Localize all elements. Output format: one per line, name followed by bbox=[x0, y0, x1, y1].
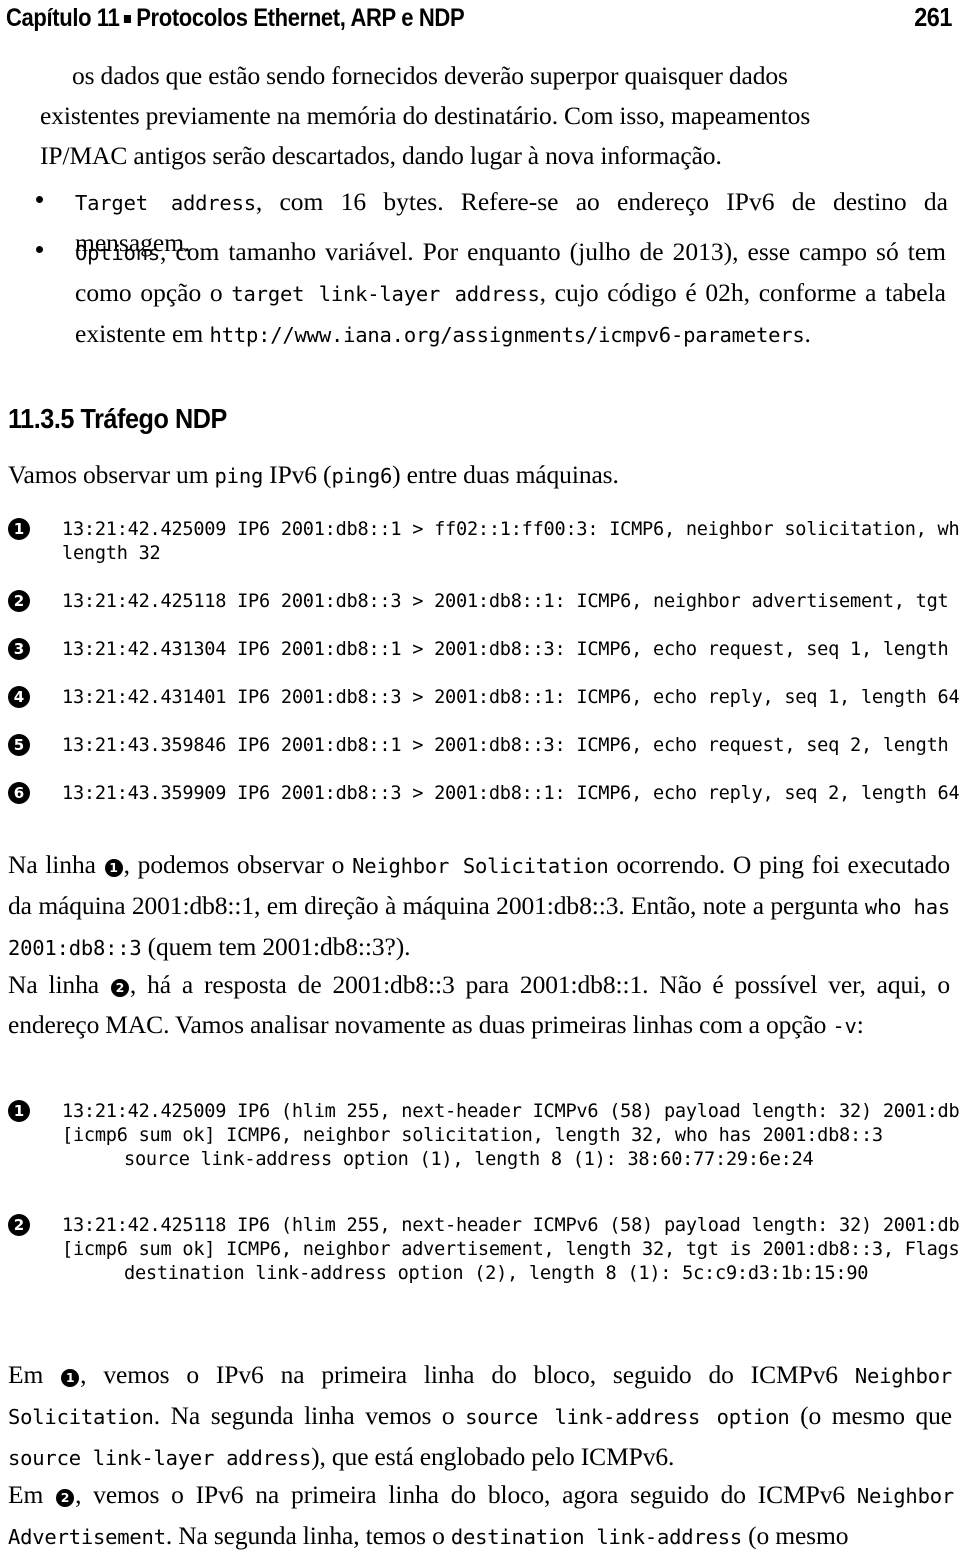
text-pre: Em bbox=[8, 1480, 56, 1509]
callout-marker-4: 4 bbox=[8, 686, 30, 708]
running-header: Capítulo 11 Protocolos Ethernet, ARP e ND… bbox=[6, 2, 952, 36]
code-line: [icmp6 sum ok] ICMP6, neighbor solicitat… bbox=[62, 1125, 883, 1146]
code-line: [icmp6 sum ok] ICMP6, neighbor advertise… bbox=[62, 1239, 960, 1260]
callout-marker-1: 1 bbox=[8, 518, 30, 540]
code-row: 6 13:21:43.359909 IP6 2001:db8::3 > 2001… bbox=[0, 782, 960, 826]
code-line: 13:21:43.359909 IP6 2001:db8::3 > 2001:d… bbox=[62, 783, 960, 804]
link-iana-icmpv6-parameters[interactable]: http://www.iana.org/assignments/icmpv6-p… bbox=[210, 323, 805, 347]
list-item-part-3: . bbox=[804, 319, 811, 348]
chapter-label: Capítulo 11 bbox=[6, 4, 120, 32]
code-row: 2 13:21:42.425118 IP6 (hlim 255, next-he… bbox=[0, 1214, 960, 1328]
code-line: 13:21:43.359846 IP6 2001:db8::1 > 2001:d… bbox=[62, 735, 960, 756]
book-page: Capítulo 11 Protocolos Ethernet, ARP e ND… bbox=[0, 0, 960, 1552]
callout-marker-inline-1: 1 bbox=[104, 859, 123, 877]
paragraph-na-linha-2: Na linha 2, há a resposta de 2001:db8::3… bbox=[8, 965, 950, 1046]
text-mid-2: . Na segunda linha vemos o bbox=[153, 1401, 466, 1430]
paragraph-intro-line-3: IP/MAC antigos serão descartados, dando … bbox=[40, 141, 722, 170]
code-line: length 32 bbox=[62, 543, 161, 564]
code-row: 4 13:21:42.431401 IP6 2001:db8::3 > 2001… bbox=[0, 686, 960, 734]
code-destination-link-address: destination link-address bbox=[450, 1525, 743, 1549]
text-post: (quem tem 2001:db8::3?). bbox=[141, 932, 411, 961]
list-item-text: Options, com tamanho variável. Por enqua… bbox=[36, 232, 946, 355]
code-row: 5 13:21:43.359846 IP6 2001:db8::1 > 2001… bbox=[0, 734, 960, 782]
text-post: ), que está englobado pelo ICMPv6. bbox=[311, 1442, 675, 1471]
square-bullet-icon bbox=[123, 15, 131, 23]
code-row: 1 13:21:42.425009 IP6 2001:db8::1 > ff02… bbox=[0, 518, 960, 590]
code-row: 2 13:21:42.425118 IP6 2001:db8::3 > 2001… bbox=[0, 590, 960, 638]
text-pre: Na linha bbox=[8, 970, 110, 999]
bullet-dot-icon bbox=[36, 196, 43, 203]
callout-marker-inline-2: 2 bbox=[110, 979, 129, 997]
callout-marker-2: 2 bbox=[8, 1214, 30, 1236]
section-intro-post: ) entre duas máquinas. bbox=[392, 460, 619, 489]
section-intro-mid: IPv6 ( bbox=[263, 460, 332, 489]
chapter-title: Protocolos Ethernet, ARP e NDP bbox=[136, 4, 465, 32]
code-line: 13:21:42.425118 IP6 2001:db8::3 > 2001:d… bbox=[62, 591, 960, 612]
code-line: 13:21:42.425009 IP6 2001:db8::1 > ff02::… bbox=[62, 519, 960, 540]
code-ping6: ping6 bbox=[331, 464, 393, 488]
list-item-options: Options, com tamanho variável. Por enqua… bbox=[36, 232, 946, 355]
code-line: source link-address option (1), length 8… bbox=[124, 1149, 814, 1170]
code-line: 13:21:42.425118 IP6 (hlim 255, next-head… bbox=[62, 1215, 960, 1236]
code-line: 13:21:42.431304 IP6 2001:db8::1 > 2001:d… bbox=[62, 639, 960, 660]
callout-marker-inline-1: 1 bbox=[61, 1369, 80, 1387]
section-intro-paragraph: Vamos observar um ping IPv6 (ping6) entr… bbox=[8, 455, 950, 496]
code-line: destination link-address option (2), len… bbox=[124, 1263, 869, 1284]
code-source-link-address-option: source link-address option bbox=[465, 1405, 790, 1429]
text-mid-2: . Na segunda linha, temos o bbox=[165, 1521, 451, 1550]
code-target-address: Target address bbox=[75, 191, 256, 215]
callout-marker-2: 2 bbox=[8, 590, 30, 612]
code-line: 13:21:42.425009 IP6 (hlim 255, next-head… bbox=[62, 1101, 960, 1122]
code-line: 13:21:42.431401 IP6 2001:db8::3 > 2001:d… bbox=[62, 687, 960, 708]
text-mid-1: , vemos o IPv6 na primeira linha do bloc… bbox=[75, 1480, 857, 1509]
section-heading: 11.3.5 Tráfego NDP bbox=[8, 403, 227, 434]
callout-marker-3: 3 bbox=[8, 638, 30, 660]
bullet-dot-icon bbox=[36, 246, 43, 253]
section-intro-pre: Vamos observar um bbox=[8, 460, 215, 489]
text-post: : bbox=[856, 1010, 864, 1039]
callout-marker-1: 1 bbox=[8, 1100, 30, 1122]
code-row: 1 13:21:42.425009 IP6 (hlim 255, next-he… bbox=[0, 1100, 960, 1214]
paragraph-na-linha-1: Na linha 1, podemos observar o Neighbor … bbox=[8, 845, 950, 968]
paragraph-intro-line-2: existentes previamente na memória do des… bbox=[40, 101, 811, 130]
text-pre: Em bbox=[8, 1360, 61, 1389]
code-source-link-layer-address: source link-layer address bbox=[8, 1446, 312, 1470]
page-number: 261 bbox=[914, 2, 952, 32]
text-mid-1: , vemos o IPv6 na primeira linha do bloc… bbox=[80, 1360, 855, 1389]
text-mid: , há a resposta de 2001:db8::3 para 2001… bbox=[8, 970, 951, 1039]
paragraph-intro: os dados que estão sendo fornecidos deve… bbox=[40, 56, 950, 176]
text-pre: Na linha bbox=[8, 850, 104, 879]
callout-marker-inline-2: 2 bbox=[56, 1489, 75, 1507]
code-neighbor-solicitation: Neighbor Solicitation bbox=[352, 854, 609, 878]
paragraph-em-2: Em 2, vemos o IPv6 na primeira linha do … bbox=[8, 1475, 954, 1557]
code-option-v: -v bbox=[832, 1014, 857, 1038]
code-block-ndp-verbose: 1 13:21:42.425009 IP6 (hlim 255, next-he… bbox=[0, 1100, 960, 1328]
code-options: Options bbox=[75, 241, 160, 265]
paragraph-intro-line-1: os dados que estão sendo fornecidos deve… bbox=[72, 61, 788, 90]
text-mid-3: (o mesmo que bbox=[789, 1401, 952, 1430]
text-post: (o mesmo bbox=[742, 1521, 849, 1550]
code-target-link-layer-address: target link-layer address bbox=[231, 282, 540, 306]
code-ping: ping bbox=[214, 464, 264, 488]
code-row: 3 13:21:42.431304 IP6 2001:db8::1 > 2001… bbox=[0, 638, 960, 686]
callout-marker-5: 5 bbox=[8, 734, 30, 756]
text-mid-1: , podemos observar o bbox=[123, 850, 353, 879]
paragraph-em-1: Em 1, vemos o IPv6 na primeira linha do … bbox=[8, 1355, 952, 1478]
callout-marker-6: 6 bbox=[8, 782, 30, 804]
code-block-ndp-trace: 1 13:21:42.425009 IP6 2001:db8::1 > ff02… bbox=[0, 518, 960, 826]
running-header-title: Capítulo 11 Protocolos Ethernet, ARP e ND… bbox=[6, 4, 465, 33]
